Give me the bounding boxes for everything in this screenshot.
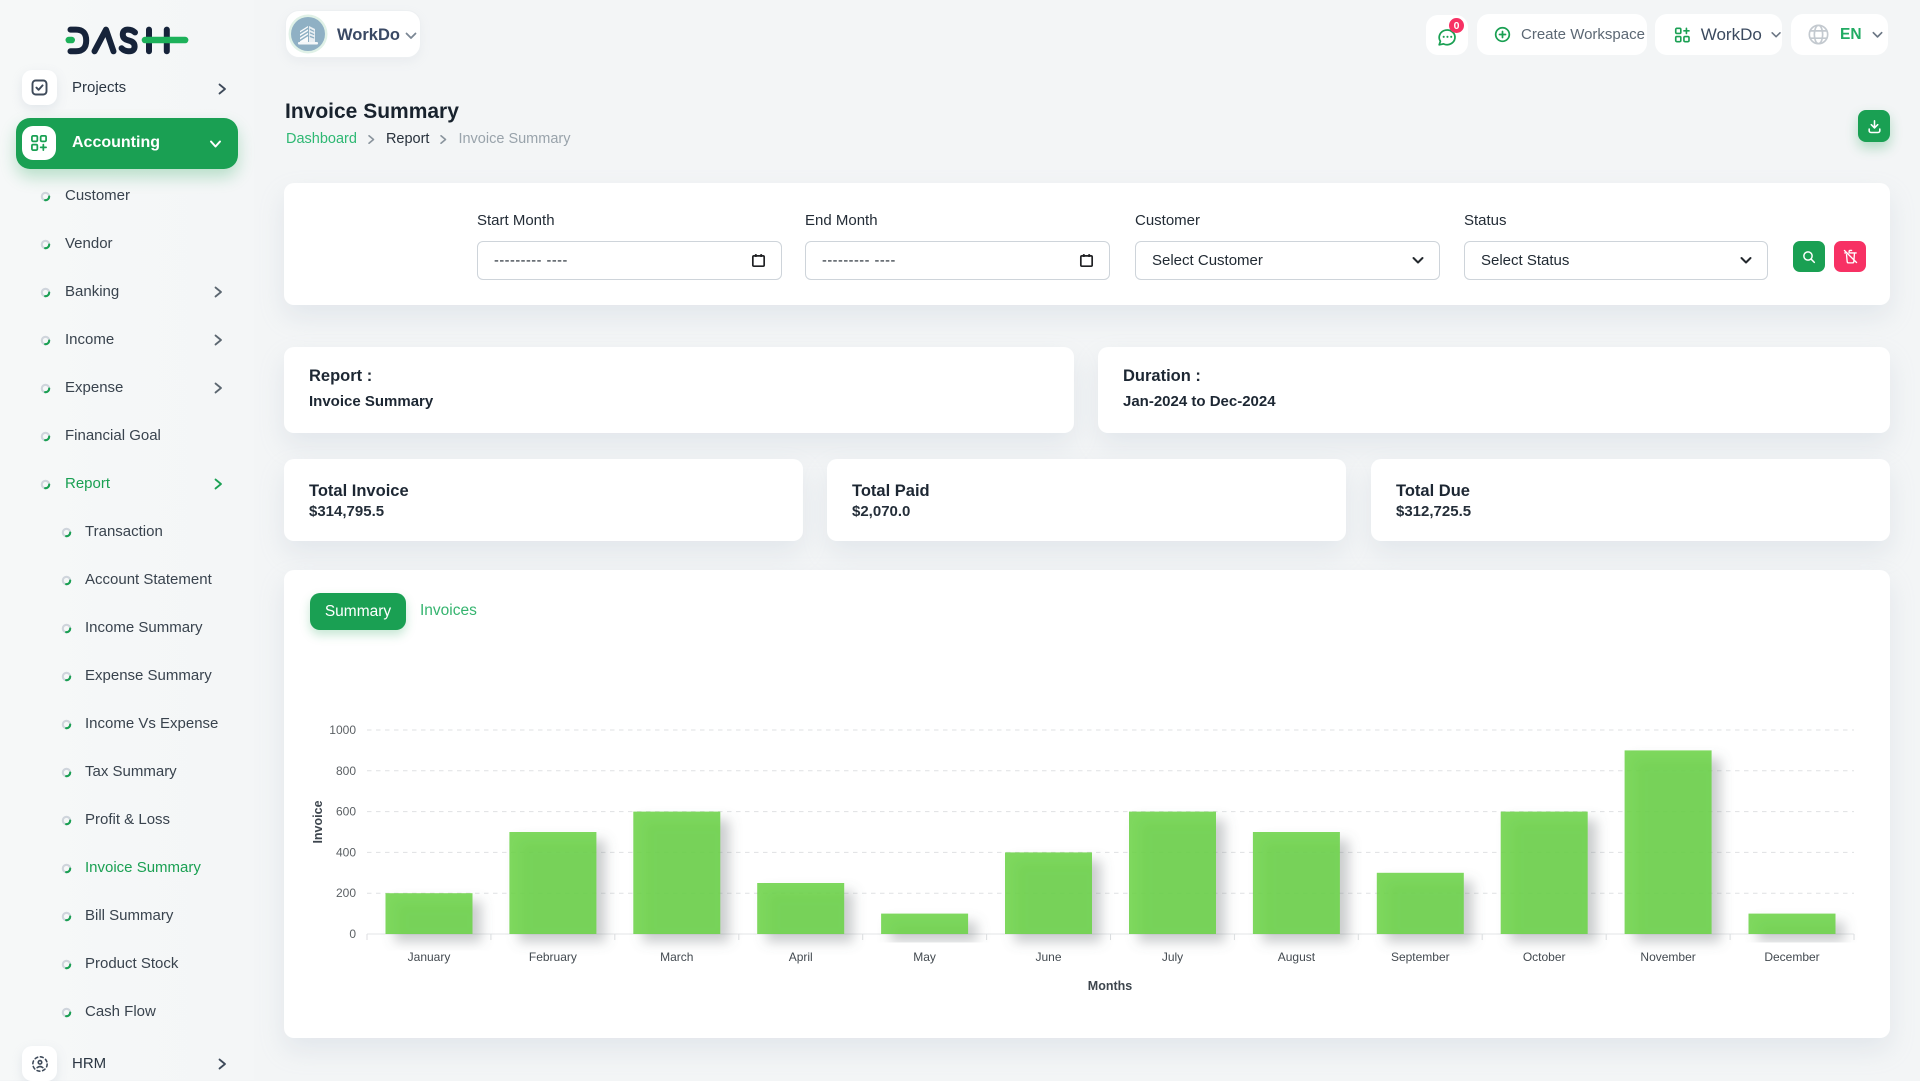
svg-text:Months: Months	[1088, 979, 1132, 993]
svg-text:May: May	[913, 950, 936, 964]
svg-text:1000: 1000	[329, 723, 356, 737]
svg-text:March: March	[660, 950, 693, 964]
svg-text:September: September	[1391, 950, 1450, 964]
svg-text:400: 400	[336, 845, 356, 859]
svg-text:February: February	[529, 950, 577, 964]
svg-text:600: 600	[336, 805, 356, 819]
svg-text:800: 800	[336, 764, 356, 778]
svg-text:June: June	[1035, 950, 1061, 964]
svg-text:October: October	[1523, 950, 1566, 964]
svg-text:August: August	[1278, 950, 1316, 964]
svg-text:November: November	[1640, 950, 1695, 964]
svg-text:December: December	[1764, 950, 1819, 964]
svg-text:0: 0	[349, 927, 356, 941]
svg-text:Invoice: Invoice	[311, 800, 325, 843]
svg-text:April: April	[789, 950, 813, 964]
svg-text:January: January	[408, 950, 451, 964]
svg-text:July: July	[1162, 950, 1183, 964]
svg-text:200: 200	[336, 886, 356, 900]
